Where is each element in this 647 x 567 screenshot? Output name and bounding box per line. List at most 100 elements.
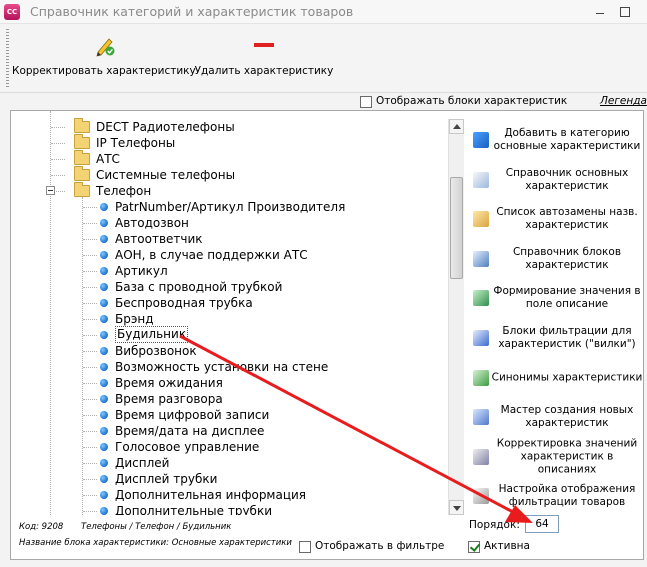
tree-folder[interactable]: Телефон bbox=[11, 182, 441, 199]
tree-guide-line bbox=[83, 335, 97, 336]
tree-guide-line bbox=[83, 415, 97, 416]
tree-item[interactable]: Будильник bbox=[11, 326, 441, 343]
tree-guide-line bbox=[83, 447, 97, 448]
tree-item[interactable]: Дисплей трубки bbox=[11, 471, 441, 487]
collapse-icon[interactable] bbox=[46, 186, 55, 195]
tree-item-label: Дисплей трубки bbox=[115, 472, 218, 486]
characteristic-icon bbox=[100, 315, 108, 323]
action-label: Список автозамены назв. характеристик bbox=[496, 206, 638, 232]
scroll-up-button[interactable] bbox=[449, 119, 464, 134]
minimize-button[interactable] bbox=[587, 0, 613, 24]
characteristic-icon bbox=[100, 235, 108, 243]
tree-guide-line bbox=[51, 143, 65, 144]
action-item[interactable]: Блоки фильтрации для характеристик ("вил… bbox=[471, 319, 643, 357]
filter-settings-icon bbox=[473, 488, 489, 505]
action-item[interactable]: Добавить в категорию основные характерис… bbox=[471, 121, 643, 159]
tree-item[interactable]: Автоответчик bbox=[11, 231, 441, 247]
tree-item-label: Беспроводная трубка bbox=[115, 296, 253, 310]
delete-characteristic-button[interactable]: Удалить характеристику bbox=[194, 25, 334, 89]
action-item[interactable]: Синонимы характеристики bbox=[471, 359, 643, 397]
characteristic-icon bbox=[100, 267, 108, 275]
action-item[interactable]: Формирование значения в поле описание bbox=[471, 279, 643, 317]
path-info: Телефоны / Телефон / Будильник bbox=[81, 522, 232, 532]
tree-item[interactable]: Беспроводная трубка bbox=[11, 295, 441, 311]
show-in-filter-checkbox[interactable] bbox=[299, 541, 311, 553]
characteristic-icon bbox=[100, 283, 108, 291]
characteristic-icon bbox=[100, 331, 108, 339]
wizard-icon bbox=[473, 409, 489, 426]
tree-guide-line bbox=[51, 175, 65, 176]
tree-item[interactable]: АОН, в случае поддержки АТС bbox=[11, 247, 441, 263]
tree-folder[interactable]: АТС bbox=[11, 150, 441, 167]
action-item[interactable]: Корректировка значений характеристик в о… bbox=[471, 437, 643, 476]
category-tree[interactable]: DECT Радиотелефоны IP Телефоны АТС Системны… bbox=[11, 111, 457, 515]
tree-item[interactable]: Время цифровой записи bbox=[11, 407, 441, 423]
characteristic-icon bbox=[100, 459, 108, 467]
action-item[interactable]: Список автозамены назв. характеристик bbox=[471, 200, 643, 238]
tree-folder-label: DECT Радиотелефоны bbox=[96, 120, 235, 134]
tree-guide-line bbox=[83, 399, 97, 400]
tree-guide-line bbox=[51, 159, 65, 160]
tree-item-label: Возможность установки на стене bbox=[115, 360, 329, 374]
tree-item-label: PatrNumber/Артикул Производителя bbox=[115, 200, 346, 214]
tree-scrollbar[interactable] bbox=[448, 119, 464, 515]
tree-item[interactable]: PatrNumber/Артикул Производителя bbox=[11, 199, 441, 215]
order-input[interactable]: 64 bbox=[525, 515, 559, 533]
delete-characteristic-label: Удалить характеристику bbox=[194, 65, 334, 77]
characteristic-icon bbox=[100, 395, 108, 403]
tree-guide-line bbox=[83, 239, 97, 240]
tree-item[interactable]: Время ожидания bbox=[11, 375, 441, 391]
tree-item-label: Дисплей bbox=[115, 456, 170, 470]
scroll-thumb[interactable] bbox=[450, 177, 463, 279]
tree-item-label: Время ожидания bbox=[115, 376, 223, 390]
scroll-down-button[interactable] bbox=[449, 500, 464, 515]
tree-item-label: АОН, в случае поддержки АТС bbox=[115, 248, 308, 262]
characteristic-icon bbox=[100, 363, 108, 371]
pencil-icon bbox=[96, 38, 115, 57]
maximize-button[interactable] bbox=[612, 0, 638, 24]
tree-folder[interactable]: DECT Радиотелефоны bbox=[11, 118, 441, 135]
tree-folder-label: Телефон bbox=[96, 184, 152, 198]
edit-characteristic-button[interactable]: Корректировать характеристику bbox=[12, 25, 196, 89]
action-item[interactable]: Настройка отображения фильтрации товаров bbox=[471, 477, 643, 515]
characteristic-icon bbox=[100, 251, 108, 259]
characteristic-icon bbox=[100, 203, 108, 211]
action-label: Справочник блоков характеристик bbox=[512, 245, 622, 271]
tree-folder-label: АТС bbox=[96, 152, 120, 166]
tree-item[interactable]: Время/дата на дисплее bbox=[11, 423, 441, 439]
legend-link[interactable]: Легенда bbox=[600, 95, 647, 107]
tree-item[interactable]: Автодозвон bbox=[11, 215, 441, 231]
action-item[interactable]: Справочник основных характеристик bbox=[471, 161, 643, 199]
tree-folder[interactable]: IP Телефоны bbox=[11, 134, 441, 151]
show-blocks-checkbox[interactable] bbox=[360, 96, 372, 108]
toolbar: Корректировать характеристику Удалить ха… bbox=[0, 25, 647, 93]
tree-guide-line bbox=[83, 463, 97, 464]
tree-item-label: Голосовое управление bbox=[115, 440, 260, 454]
add-icon bbox=[473, 132, 489, 148]
tree-item[interactable]: Голосовое управление bbox=[11, 439, 441, 455]
title-bar: CC Справочник категорий и характеристик … bbox=[0, 0, 647, 24]
tree-guide-line bbox=[83, 303, 97, 304]
tree-guide-line bbox=[83, 255, 97, 256]
tree-item[interactable]: Виброзвонок bbox=[11, 343, 441, 359]
tree-item[interactable]: Дополнительные трубки bbox=[11, 503, 441, 515]
order-label: Порядок: bbox=[469, 519, 520, 531]
tree-item[interactable]: Брэнд bbox=[11, 311, 441, 327]
action-item[interactable]: Мастер создания новых характеристик bbox=[471, 398, 643, 436]
tree-item[interactable]: Артикул bbox=[11, 263, 441, 279]
tree-item[interactable]: Возможность установки на стене bbox=[11, 359, 441, 375]
code-info: Код: 9208 bbox=[19, 522, 64, 532]
tree-guide-line bbox=[83, 271, 97, 272]
tree-item[interactable]: Дисплей bbox=[11, 455, 441, 471]
toolbar-grip[interactable] bbox=[6, 29, 9, 87]
tree-folder[interactable]: Системные телефоны bbox=[11, 166, 441, 183]
tree-item-label: Время разговора bbox=[115, 392, 223, 406]
characteristic-icon bbox=[100, 219, 108, 227]
tree-item[interactable]: Дополнительная информация bbox=[11, 487, 441, 503]
tree-item[interactable]: Время разговора bbox=[11, 391, 441, 407]
formula-icon bbox=[473, 290, 489, 307]
active-checkbox[interactable] bbox=[468, 541, 480, 553]
action-item[interactable]: Справочник блоков характеристик bbox=[471, 240, 643, 278]
tree-guide-line bbox=[51, 127, 65, 128]
tree-item[interactable]: База с проводной трубкой bbox=[11, 279, 441, 295]
